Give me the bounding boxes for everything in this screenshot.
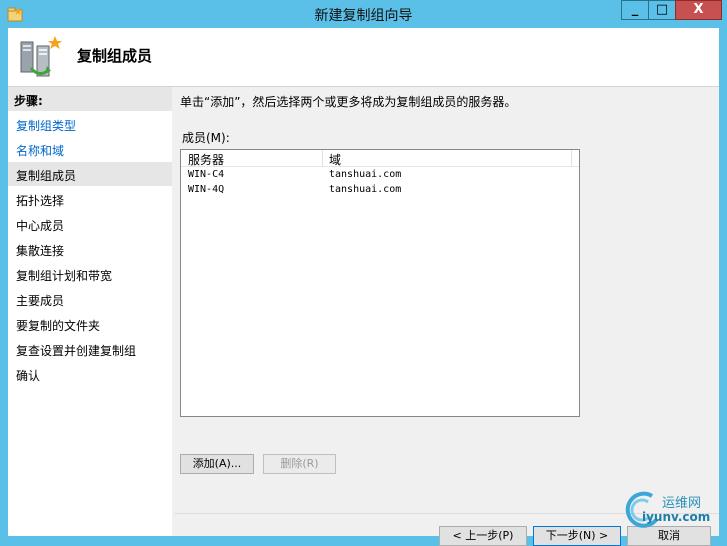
step-label: 拓扑选择 <box>16 194 65 208</box>
step-label: 集散连接 <box>16 244 65 258</box>
page-title: 复制组成员 <box>77 47 153 65</box>
steps-panel: 步骤: 复制组类型 名称和域 复制组成员 拓扑选择 中心成员 集散连接 复制组计… <box>8 87 172 536</box>
back-button[interactable]: < 上一步(P) <box>439 526 527 546</box>
table-row[interactable]: WIN-4Q tanshuai.com <box>181 183 579 198</box>
step-label: 复制组成员 <box>16 169 77 183</box>
wizard-window: 新建复制组向导 _ □ X 复制组成员 步骤: 复制组类型 名称和域 复制组成员 <box>0 0 727 546</box>
step-item-replication-type[interactable]: 复制组类型 <box>8 112 172 136</box>
watermark: 运维网 iyunv.com <box>618 490 727 530</box>
step-label: 复查设置并创建复制组 <box>16 344 137 358</box>
step-item-schedule: 复制组计划和带宽 <box>8 262 172 286</box>
step-item-primary-member: 主要成员 <box>8 287 172 311</box>
close-icon: X <box>693 2 704 17</box>
step-label: 主要成员 <box>16 294 65 308</box>
step-item-hub-spoke: 集散连接 <box>8 237 172 261</box>
members-label: 成员(M): <box>182 131 230 145</box>
add-member-button[interactable]: 添加(A)... <box>180 454 254 474</box>
window-title: 新建复制组向导 <box>314 8 413 24</box>
step-item-name-domain[interactable]: 名称和域 <box>8 137 172 161</box>
wizard-header: 复制组成员 <box>8 28 719 87</box>
remove-member-button: 删除(R) <box>263 454 336 474</box>
watermark-url: iyunv.com <box>642 510 711 524</box>
step-item-confirm: 确认 <box>8 362 172 386</box>
maximize-button[interactable]: □ <box>648 0 676 20</box>
cell-domain: tanshuai.com <box>329 169 402 180</box>
step-label: 复制组类型 <box>16 119 77 133</box>
cell-server: WIN-C4 <box>188 169 225 180</box>
steps-title: 步骤: <box>8 87 172 111</box>
step-item-hub-members: 中心成员 <box>8 212 172 236</box>
step-label: 要复制的文件夹 <box>16 319 101 333</box>
members-list[interactable]: 服务器 域 WIN-C4 tanshuai.com WIN-4Q tanshua… <box>180 149 580 417</box>
maximize-icon: □ <box>655 2 669 17</box>
step-item-folders: 要复制的文件夹 <box>8 312 172 336</box>
list-header: 服务器 域 <box>181 150 579 167</box>
content-panel: 单击“添加”，然后选择两个或更多将成为复制组成员的服务器。 成员(M): 服务器… <box>175 87 719 546</box>
cell-server: WIN-4Q <box>188 184 225 195</box>
next-button[interactable]: 下一步(N) > <box>533 526 621 546</box>
close-button[interactable]: X <box>675 0 722 20</box>
column-header-domain[interactable]: 域 <box>329 151 341 168</box>
step-item-topology: 拓扑选择 <box>8 187 172 211</box>
step-label: 确认 <box>16 369 41 383</box>
table-row[interactable]: WIN-C4 tanshuai.com <box>181 168 579 183</box>
title-bar[interactable]: 新建复制组向导 _ □ X <box>0 0 727 28</box>
step-label: 中心成员 <box>16 219 65 233</box>
minimize-button[interactable]: _ <box>621 0 649 20</box>
step-item-members: 复制组成员 <box>8 162 172 186</box>
wizard-client: 复制组成员 步骤: 复制组类型 名称和域 复制组成员 拓扑选择 中心成员 集散连… <box>8 28 719 546</box>
column-header-server[interactable]: 服务器 <box>188 151 224 168</box>
instruction-text: 单击“添加”，然后选择两个或更多将成为复制组成员的服务器。 <box>180 95 517 109</box>
step-item-review: 复查设置并创建复制组 <box>8 337 172 361</box>
step-label: 复制组计划和带宽 <box>16 269 113 283</box>
watermark-text: 运维网 <box>662 496 702 511</box>
steps-title-label: 步骤: <box>14 94 43 108</box>
column-divider[interactable] <box>571 150 572 166</box>
replication-group-icon <box>20 36 62 77</box>
column-divider[interactable] <box>322 150 323 166</box>
cell-domain: tanshuai.com <box>329 184 402 195</box>
step-label: 名称和域 <box>16 144 65 158</box>
minimize-icon: _ <box>631 2 639 17</box>
